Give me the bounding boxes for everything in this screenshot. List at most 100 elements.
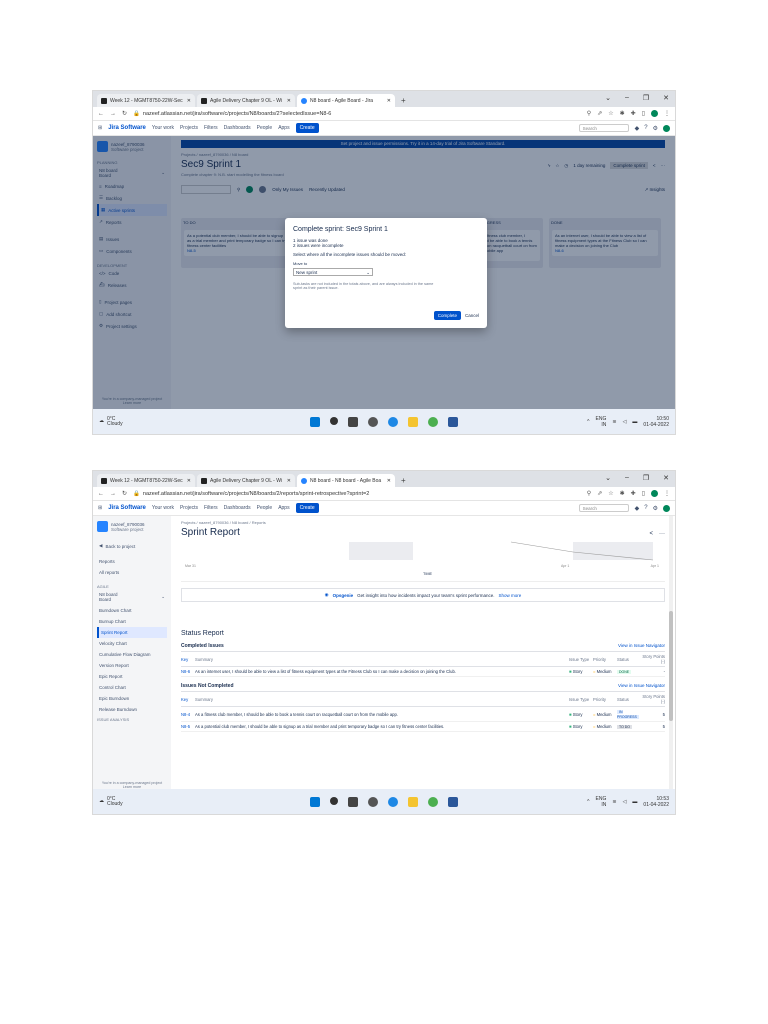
close-icon[interactable]: ✕: [287, 478, 291, 484]
chevron-up-icon[interactable]: ^: [587, 799, 589, 805]
nav-your-work[interactable]: Your work: [152, 505, 174, 511]
clock[interactable]: 10:53 01-04-2022: [643, 796, 669, 808]
back-icon[interactable]: ←: [98, 491, 104, 497]
chevron-down-icon[interactable]: ⌄: [605, 94, 611, 102]
show-more-link[interactable]: Show more: [499, 593, 522, 598]
avatar[interactable]: [663, 504, 670, 512]
close-icon[interactable]: ✕: [187, 98, 191, 104]
sidebar-item-velocity-chart[interactable]: Velocity Chart: [97, 638, 167, 649]
windows-start-icon[interactable]: [310, 796, 320, 807]
nav-people[interactable]: People: [257, 505, 273, 511]
close-icon[interactable]: ✕: [387, 478, 391, 484]
search-input[interactable]: Search: [578, 124, 629, 132]
nav-projects[interactable]: Projects: [180, 505, 198, 511]
more-icon[interactable]: ···: [659, 531, 665, 537]
create-button[interactable]: Create: [295, 503, 319, 513]
sidebar-item-all-reports[interactable]: All reports: [97, 567, 167, 578]
share-icon[interactable]: <: [649, 531, 653, 537]
word-icon[interactable]: [448, 796, 458, 807]
sidebar-item-version-report[interactable]: Version Report: [97, 660, 167, 671]
restore-icon[interactable]: ❐: [643, 474, 649, 482]
clock[interactable]: 10:50 01-04-2022: [643, 416, 669, 428]
zoom-icon[interactable]: ⚲: [587, 490, 591, 497]
breadcrumb[interactable]: Projects / nazeef_8790036 / N8 board / R…: [181, 520, 665, 525]
close-window-icon[interactable]: ✕: [663, 474, 669, 482]
view-in-navigator-link[interactable]: View in Issue Navigator: [618, 683, 665, 689]
issue-key-link[interactable]: N8-5: [181, 724, 195, 729]
help-icon[interactable]: ?: [644, 125, 647, 132]
star-icon[interactable]: ☆: [608, 110, 613, 117]
wifi-icon[interactable]: ≋: [612, 419, 616, 425]
sidebar-item-cumulative-flow[interactable]: Cumulative Flow Diagram: [97, 649, 167, 660]
chrome-icon[interactable]: [428, 796, 438, 807]
issue-key-link[interactable]: N8-4: [181, 712, 195, 717]
task-view-icon[interactable]: [348, 416, 358, 427]
url-field[interactable]: 🔒 nazeef.atlassian.net/jira/software/c/pr…: [133, 489, 581, 499]
jira-logo[interactable]: Jira Software: [108, 505, 146, 511]
sidebar-icon[interactable]: ▯: [642, 110, 645, 117]
volume-icon[interactable]: ◁: [623, 799, 627, 805]
minimize-icon[interactable]: –: [625, 474, 629, 482]
reload-icon[interactable]: ↻: [122, 110, 127, 117]
minimize-icon[interactable]: –: [625, 94, 629, 102]
battery-icon[interactable]: ▬: [632, 419, 637, 425]
chat-icon[interactable]: [368, 416, 378, 427]
gear-icon[interactable]: ⚙: [653, 125, 658, 132]
volume-icon[interactable]: ◁: [623, 419, 627, 425]
browser-tab-2[interactable]: Agile Delivery Chapter 9 OL - Wi ✕: [197, 94, 295, 107]
close-window-icon[interactable]: ✕: [663, 94, 669, 102]
windows-start-icon[interactable]: [310, 416, 320, 427]
nav-dashboards[interactable]: Dashboards: [224, 125, 251, 131]
search-icon[interactable]: [330, 796, 338, 805]
close-icon[interactable]: ✕: [387, 98, 391, 104]
browser-tab-2[interactable]: Agile Delivery Chapter 9 OL - Wi ✕: [197, 474, 295, 487]
weather-widget[interactable]: ☁ 0°C Cloudy: [99, 416, 123, 427]
menu-icon[interactable]: ⋮: [664, 110, 670, 117]
url-field[interactable]: 🔒 nazeef.atlassian.net/jira/software/c/pr…: [133, 109, 581, 119]
sidebar-item-burnup-chart[interactable]: Burnup Chart: [97, 616, 167, 627]
puzzle-icon[interactable]: ✚: [631, 110, 636, 117]
profile-avatar[interactable]: [651, 490, 658, 497]
sidebar-item-epic-burndown[interactable]: Epic Burndown: [97, 693, 167, 704]
extension-icon[interactable]: ✱: [620, 110, 625, 117]
browser-tab-1[interactable]: Week 12 - MGMT8750-22W-Sec ✕: [97, 474, 195, 487]
nav-apps[interactable]: Apps: [278, 505, 289, 511]
new-tab-icon[interactable]: +: [397, 476, 410, 487]
chevron-down-icon[interactable]: ⌄: [605, 474, 611, 482]
star-icon[interactable]: ☆: [608, 490, 613, 497]
scrollbar-thumb[interactable]: [669, 611, 673, 721]
avatar[interactable]: [663, 124, 670, 132]
new-tab-icon[interactable]: +: [397, 96, 410, 107]
cancel-button[interactable]: Cancel: [465, 313, 479, 318]
share-icon[interactable]: ⇗: [597, 110, 602, 117]
zoom-icon[interactable]: ⚲: [587, 110, 591, 117]
nav-apps[interactable]: Apps: [278, 125, 289, 131]
battery-icon[interactable]: ▬: [632, 799, 637, 805]
nav-projects[interactable]: Projects: [180, 125, 198, 131]
browser-tab-3[interactable]: N8 board - N8 board - Agile Boa ✕: [297, 474, 395, 487]
edge-icon[interactable]: [388, 416, 398, 427]
puzzle-icon[interactable]: ✚: [631, 490, 636, 497]
notification-icon[interactable]: ◆: [635, 125, 640, 132]
sidebar-item-epic-report[interactable]: Epic Report: [97, 671, 167, 682]
word-icon[interactable]: [448, 416, 458, 427]
nav-filters[interactable]: Filters: [204, 505, 218, 511]
restore-icon[interactable]: ❐: [643, 94, 649, 102]
nav-your-work[interactable]: Your work: [152, 125, 174, 131]
app-switcher-icon[interactable]: ⊞: [98, 505, 102, 511]
back-icon[interactable]: ←: [98, 111, 104, 117]
file-explorer-icon[interactable]: [408, 416, 418, 427]
sidebar-item-sprint-report[interactable]: Sprint Report: [97, 627, 167, 638]
jira-logo[interactable]: Jira Software: [108, 125, 146, 131]
search-icon[interactable]: [330, 416, 338, 425]
nav-people[interactable]: People: [257, 125, 273, 131]
complete-button[interactable]: Complete: [433, 311, 461, 320]
task-view-icon[interactable]: [348, 796, 358, 807]
file-explorer-icon[interactable]: [408, 796, 418, 807]
reload-icon[interactable]: ↻: [122, 490, 127, 497]
page-scrollbar[interactable]: [669, 516, 673, 791]
sidebar-icon[interactable]: ▯: [642, 490, 645, 497]
chrome-icon[interactable]: [428, 416, 438, 427]
create-button[interactable]: Create: [295, 123, 319, 133]
help-icon[interactable]: ?: [644, 505, 647, 512]
